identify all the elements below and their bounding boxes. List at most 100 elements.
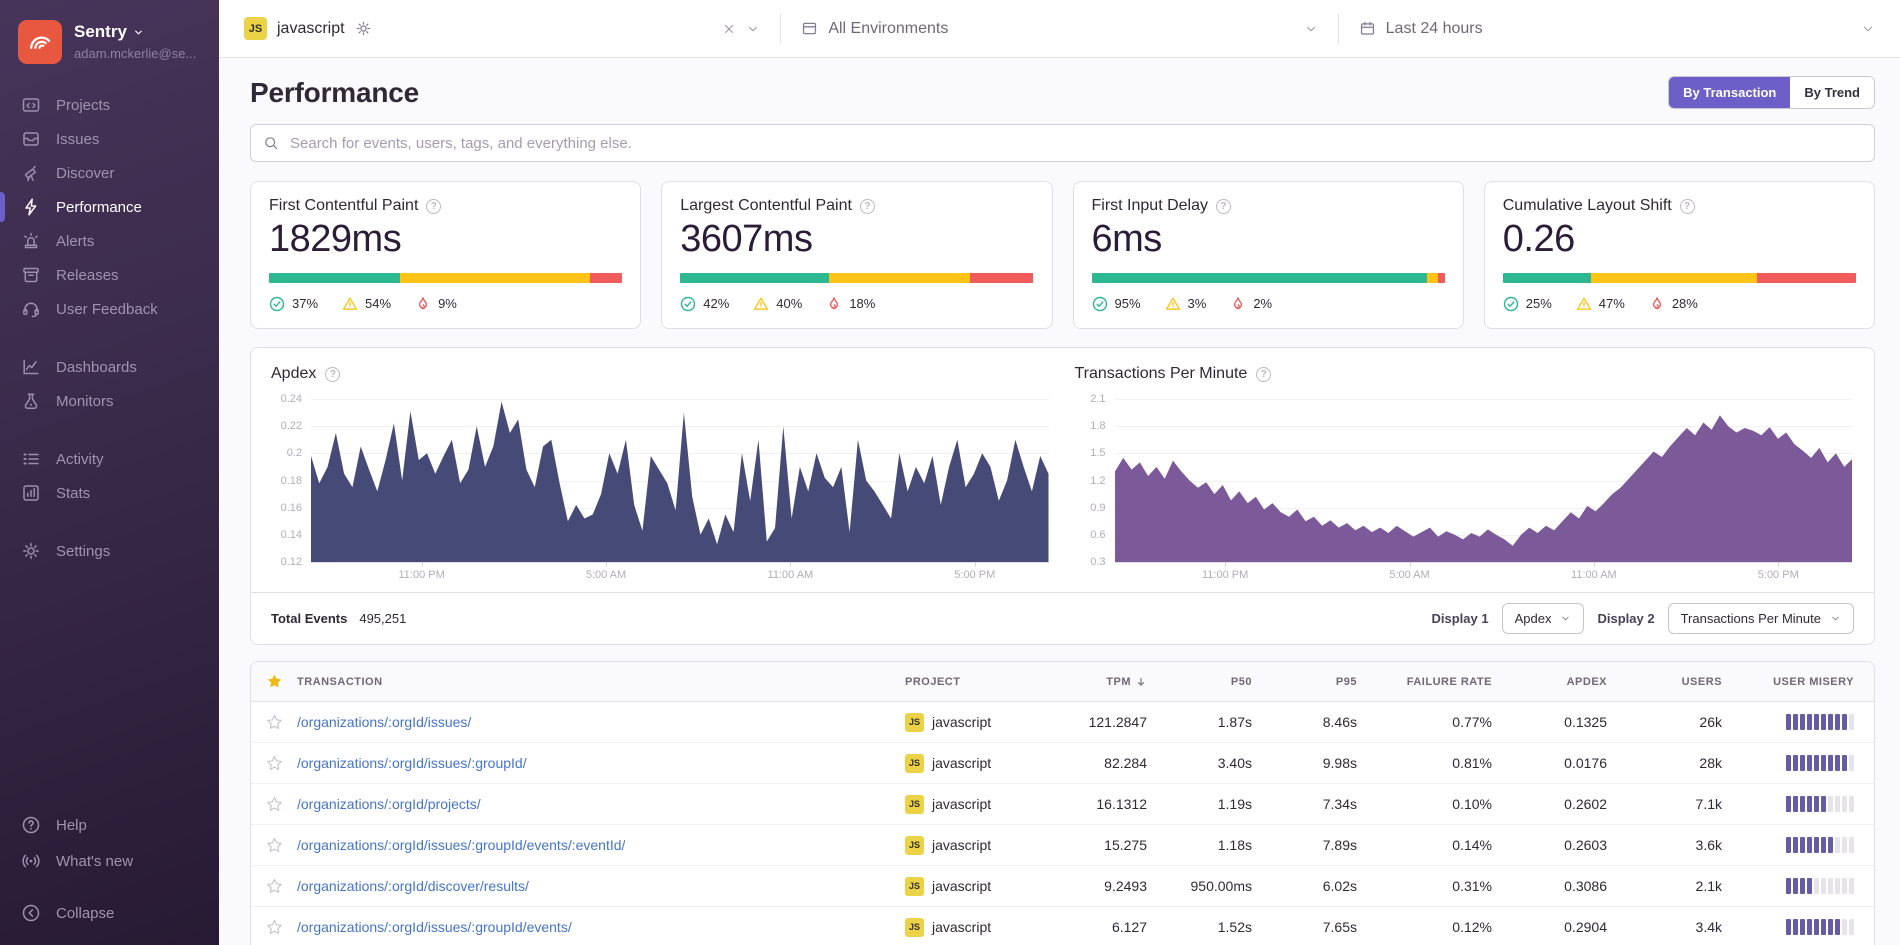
- sidebar-item-help[interactable]: Help: [0, 807, 219, 843]
- column-header-project[interactable]: PROJECT: [905, 676, 1055, 688]
- favorite-all-star-icon[interactable]: [251, 673, 297, 690]
- transaction-link[interactable]: /organizations/:orgId/issues/:groupId/ev…: [297, 919, 572, 935]
- sidebar-item-label: Releases: [56, 267, 119, 284]
- y-axis-tick: 0.6: [1090, 529, 1105, 541]
- meh-segment: [829, 273, 970, 283]
- project-cell: JSjavascript: [905, 918, 1055, 937]
- favorite-star-icon[interactable]: [251, 837, 297, 854]
- sidebar-item-user-feedback[interactable]: User Feedback: [0, 292, 219, 326]
- sidebar-item-settings[interactable]: Settings: [0, 534, 219, 568]
- sidebar-item-label: Dashboards: [56, 359, 137, 376]
- column-header-p95[interactable]: P95: [1272, 676, 1377, 688]
- sidebar-item-discover[interactable]: Discover: [0, 156, 219, 190]
- meh-percent: 47%: [1599, 296, 1625, 311]
- column-header-user-misery[interactable]: USER MISERY: [1742, 676, 1874, 688]
- sidebar-item-releases[interactable]: Releases: [0, 258, 219, 292]
- favorite-star-icon[interactable]: [251, 714, 297, 731]
- user-email: adam.mckerlie@se...: [74, 46, 196, 61]
- sidebar-footer: HelpWhat's new Collapse: [0, 807, 219, 931]
- sidebar-item-label: Stats: [56, 485, 90, 502]
- brand-text: Sentry adam.mckerlie@se...: [74, 20, 196, 61]
- by-trend-button[interactable]: By Trend: [1790, 77, 1874, 108]
- column-header-apdex[interactable]: APDEX: [1512, 676, 1627, 688]
- tpm-value: 82.284: [1055, 755, 1167, 771]
- p95-value: 7.34s: [1272, 796, 1377, 812]
- meh-warning-icon: [1165, 296, 1181, 312]
- sidebar-item-stats[interactable]: Stats: [0, 476, 219, 510]
- meh-segment: [1427, 273, 1438, 283]
- sidebar-item-label: Monitors: [56, 393, 114, 410]
- sidebar-item-performance[interactable]: Performance: [0, 190, 219, 224]
- display2-label: Display 2: [1597, 611, 1654, 626]
- column-header-p50[interactable]: P50: [1167, 676, 1272, 688]
- content: Performance By Transaction By Trend Firs…: [219, 58, 1900, 945]
- meh-segment: [400, 273, 591, 283]
- y-axis-tick: 1.8: [1090, 420, 1105, 432]
- transaction-link[interactable]: /organizations/:orgId/projects/: [297, 796, 481, 812]
- transaction-link[interactable]: /organizations/:orgId/issues/:groupId/ev…: [297, 837, 625, 853]
- org-switcher[interactable]: Sentry adam.mckerlie@se...: [0, 16, 219, 78]
- transaction-link[interactable]: /organizations/:orgId/issues/: [297, 714, 471, 730]
- column-header-failure-rate[interactable]: FAILURE RATE: [1377, 676, 1512, 688]
- sidebar-item-what-s-new[interactable]: What's new: [0, 843, 219, 879]
- vital-value: 1829ms: [269, 220, 622, 260]
- help-icon[interactable]: ?: [426, 199, 441, 214]
- plot-area: 0.240.220.20.180.160.140.12: [271, 399, 1049, 562]
- help-icon[interactable]: ?: [1256, 367, 1271, 382]
- display1-select[interactable]: Apdex: [1502, 603, 1585, 634]
- y-axis-tick: 1.5: [1090, 447, 1105, 459]
- web-vitals-cards: First Contentful Paint?1829ms37%54%9%Lar…: [250, 181, 1875, 329]
- y-axis-tick: 0.2: [287, 447, 302, 459]
- releases-icon: [21, 265, 41, 285]
- sidebar-item-projects[interactable]: Projects: [0, 88, 219, 122]
- sort-descending-icon[interactable]: [1135, 676, 1147, 688]
- help-icon[interactable]: ?: [1216, 199, 1231, 214]
- column-header-users[interactable]: USERS: [1627, 676, 1742, 688]
- display2-select[interactable]: Transactions Per Minute: [1668, 603, 1854, 634]
- sidebar-item-monitors[interactable]: Monitors: [0, 384, 219, 418]
- sidebar-collapse-button[interactable]: Collapse: [0, 895, 219, 931]
- sidebar-item-activity[interactable]: Activity: [0, 442, 219, 476]
- table-row: /organizations/:orgId/issues/:groupId/JS…: [251, 743, 1874, 784]
- favorite-star-icon[interactable]: [251, 755, 297, 772]
- user-misery-bar: [1742, 878, 1874, 894]
- vital-title: Cumulative Layout Shift: [1503, 197, 1672, 215]
- clear-project-icon[interactable]: [722, 22, 736, 36]
- search-input[interactable]: [288, 134, 1862, 153]
- help-icon[interactable]: ?: [860, 199, 875, 214]
- vital-card-first-input-delay: First Input Delay?6ms95%3%2%: [1073, 181, 1464, 329]
- sidebar-item-dashboards[interactable]: Dashboards: [0, 350, 219, 384]
- column-header-transaction[interactable]: TRANSACTION: [297, 676, 905, 688]
- sidebar-item-alerts[interactable]: Alerts: [0, 224, 219, 258]
- favorite-star-icon[interactable]: [251, 878, 297, 895]
- users-value: 28k: [1627, 755, 1742, 771]
- time-range-chevron-down-icon[interactable]: [1861, 22, 1875, 36]
- favorite-star-icon[interactable]: [251, 796, 297, 813]
- transaction-link[interactable]: /organizations/:orgId/discover/results/: [297, 878, 529, 894]
- help-icon[interactable]: ?: [1680, 199, 1695, 214]
- x-axis-tickmark: [1225, 562, 1226, 567]
- sidebar-item-issues[interactable]: Issues: [0, 122, 219, 156]
- project-selector[interactable]: JS javascript: [244, 17, 760, 40]
- time-range-selector[interactable]: Last 24 hours: [1359, 20, 1875, 38]
- help-icon[interactable]: ?: [325, 367, 340, 382]
- sidebar-item-label: Performance: [56, 199, 142, 216]
- project-platform-badge: JS: [244, 17, 267, 40]
- chart-transactions-per-minute: Transactions Per Minute?2.11.81.51.20.90…: [1075, 365, 1853, 586]
- org-name: Sentry: [74, 22, 127, 42]
- by-transaction-button[interactable]: By Transaction: [1669, 77, 1790, 108]
- vital-distribution-bar: [269, 273, 622, 283]
- p95-value: 9.98s: [1272, 755, 1377, 771]
- sidebar-nav: Projects IssuesDiscover Performance Alerts R…: [0, 88, 219, 568]
- transaction-link[interactable]: /organizations/:orgId/issues/:groupId/: [297, 755, 527, 771]
- environment-chevron-down-icon[interactable]: [1304, 22, 1318, 36]
- project-settings-icon[interactable]: [355, 20, 372, 37]
- project-chevron-down-icon[interactable]: [746, 22, 760, 36]
- environment-selector[interactable]: All Environments: [801, 20, 1317, 38]
- favorite-star-icon[interactable]: [251, 919, 297, 936]
- user-misery-bar: [1742, 919, 1874, 935]
- failure-rate-value: 0.10%: [1377, 796, 1512, 812]
- good-percent: 42%: [703, 296, 729, 311]
- sidebar-item-label: Projects: [56, 97, 110, 114]
- column-header-tpm[interactable]: TPM: [1055, 676, 1167, 688]
